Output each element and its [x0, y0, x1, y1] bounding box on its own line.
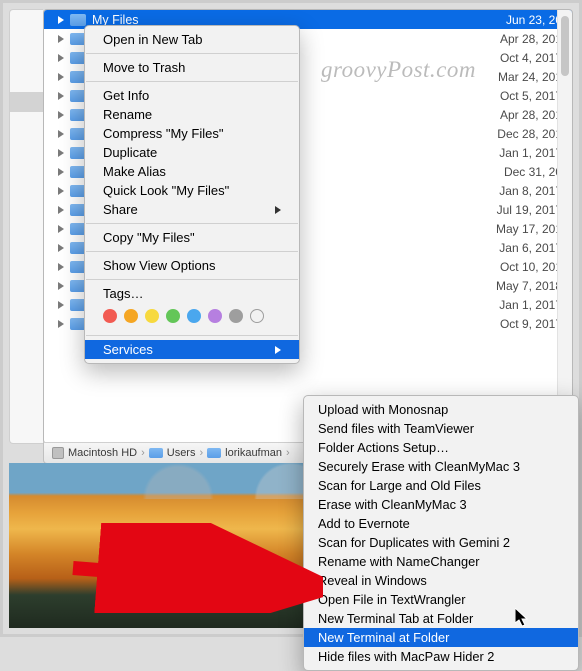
- disclosure-triangle-icon[interactable]: [58, 187, 64, 195]
- tag-color-dot[interactable]: [187, 309, 201, 323]
- path-label: lorikaufman: [225, 447, 282, 459]
- chevron-right-icon: ›: [141, 447, 145, 459]
- submenu-arrow-icon: [275, 346, 281, 354]
- services-item-label: Open File in TextWrangler: [318, 590, 465, 609]
- menu-make-alias[interactable]: Make Alias: [85, 162, 299, 181]
- disclosure-triangle-icon[interactable]: [58, 16, 64, 24]
- services-item[interactable]: Folder Actions Setup…: [304, 438, 578, 457]
- services-item-label: Hide files with MacPaw Hider 2: [318, 647, 494, 666]
- folder-icon: [207, 448, 221, 458]
- services-item-label: Erase with CleanMyMac 3: [318, 495, 467, 514]
- chevron-right-icon: ›: [286, 447, 290, 459]
- services-submenu: Upload with MonosnapSend files with Team…: [303, 395, 579, 671]
- disclosure-triangle-icon[interactable]: [58, 54, 64, 62]
- services-item[interactable]: New Terminal at Folder: [304, 628, 578, 647]
- services-item-label: Rename with NameChanger: [318, 552, 479, 571]
- disclosure-triangle-icon[interactable]: [58, 73, 64, 81]
- path-label: Users: [167, 447, 196, 459]
- disclosure-triangle-icon[interactable]: [58, 92, 64, 100]
- disclosure-triangle-icon[interactable]: [58, 206, 64, 214]
- services-item[interactable]: Reveal in Windows: [304, 571, 578, 590]
- tag-color-dot[interactable]: [208, 309, 222, 323]
- tag-color-dot[interactable]: [166, 309, 180, 323]
- services-item[interactable]: Open File in TextWrangler: [304, 590, 578, 609]
- services-item-label: Reveal in Windows: [318, 571, 427, 590]
- path-segment[interactable]: lorikaufman: [207, 447, 282, 459]
- disclosure-triangle-icon[interactable]: [58, 225, 64, 233]
- disclosure-triangle-icon[interactable]: [58, 111, 64, 119]
- menu-share[interactable]: Share: [85, 200, 299, 219]
- scrollbar-thumb[interactable]: [561, 16, 569, 76]
- menu-quick-look[interactable]: Quick Look "My Files": [85, 181, 299, 200]
- disclosure-triangle-icon[interactable]: [58, 149, 64, 157]
- disclosure-triangle-icon[interactable]: [58, 301, 64, 309]
- menu-compress[interactable]: Compress "My Files": [85, 124, 299, 143]
- menu-separator: [86, 251, 298, 252]
- path-segment[interactable]: Users: [149, 447, 196, 459]
- services-item[interactable]: Erase with CleanMyMac 3: [304, 495, 578, 514]
- disclosure-triangle-icon[interactable]: [58, 263, 64, 271]
- services-item-label: Send files with TeamViewer: [318, 419, 474, 438]
- disclosure-triangle-icon[interactable]: [58, 168, 64, 176]
- menu-move-to-trash[interactable]: Move to Trash: [85, 58, 299, 77]
- tag-none-dot[interactable]: [250, 309, 264, 323]
- disclosure-triangle-icon[interactable]: [58, 320, 64, 328]
- services-item[interactable]: Scan for Large and Old Files: [304, 476, 578, 495]
- services-item[interactable]: Securely Erase with CleanMyMac 3: [304, 457, 578, 476]
- services-item[interactable]: Rename with NameChanger: [304, 552, 578, 571]
- sidebar-strip: [9, 9, 43, 444]
- menu-rename[interactable]: Rename: [85, 105, 299, 124]
- path-segment[interactable]: Macintosh HD: [52, 447, 137, 459]
- menu-get-info[interactable]: Get Info: [85, 86, 299, 105]
- menu-separator: [86, 335, 298, 336]
- menu-separator: [86, 53, 298, 54]
- menu-duplicate[interactable]: Duplicate: [85, 143, 299, 162]
- scrollbar[interactable]: [557, 10, 572, 443]
- menu-separator: [86, 223, 298, 224]
- disclosure-triangle-icon[interactable]: [58, 244, 64, 252]
- disclosure-triangle-icon[interactable]: [58, 35, 64, 43]
- tags-row: [85, 303, 299, 331]
- tag-color-dot[interactable]: [124, 309, 138, 323]
- services-item-label: New Terminal at Folder: [318, 628, 449, 647]
- services-item[interactable]: Add to Evernote: [304, 514, 578, 533]
- services-item[interactable]: Send files with TeamViewer: [304, 419, 578, 438]
- context-menu: Open in New Tab Move to Trash Get Info R…: [84, 25, 300, 364]
- menu-open-new-tab[interactable]: Open in New Tab: [85, 30, 299, 49]
- disclosure-triangle-icon[interactable]: [58, 282, 64, 290]
- tag-color-dot[interactable]: [103, 309, 117, 323]
- services-item-label: Scan for Large and Old Files: [318, 476, 481, 495]
- disk-icon: [52, 447, 64, 459]
- sidebar-selection: [10, 92, 43, 112]
- tag-color-dot[interactable]: [229, 309, 243, 323]
- services-item-label: New Terminal Tab at Folder: [318, 609, 473, 628]
- services-item-label: Scan for Duplicates with Gemini 2: [318, 533, 510, 552]
- menu-services[interactable]: Services: [85, 340, 299, 359]
- services-item-label: Upload with Monosnap: [318, 400, 448, 419]
- menu-show-view-options[interactable]: Show View Options: [85, 256, 299, 275]
- tag-color-dot[interactable]: [145, 309, 159, 323]
- services-item-label: Folder Actions Setup…: [318, 438, 449, 457]
- menu-separator: [86, 81, 298, 82]
- menu-tags[interactable]: Tags…: [85, 284, 299, 303]
- services-item-label: Securely Erase with CleanMyMac 3: [318, 457, 520, 476]
- services-item-label: Add to Evernote: [318, 514, 410, 533]
- services-item[interactable]: Scan for Duplicates with Gemini 2: [304, 533, 578, 552]
- chevron-right-icon: ›: [199, 447, 203, 459]
- path-label: Macintosh HD: [68, 447, 137, 459]
- menu-separator: [86, 279, 298, 280]
- services-item[interactable]: Upload with Monosnap: [304, 400, 578, 419]
- disclosure-triangle-icon[interactable]: [58, 130, 64, 138]
- services-item[interactable]: Hide files with MacPaw Hider 2: [304, 647, 578, 666]
- menu-copy[interactable]: Copy "My Files": [85, 228, 299, 247]
- services-item[interactable]: New Terminal Tab at Folder: [304, 609, 578, 628]
- submenu-arrow-icon: [275, 206, 281, 214]
- folder-icon: [70, 14, 86, 26]
- folder-icon: [149, 448, 163, 458]
